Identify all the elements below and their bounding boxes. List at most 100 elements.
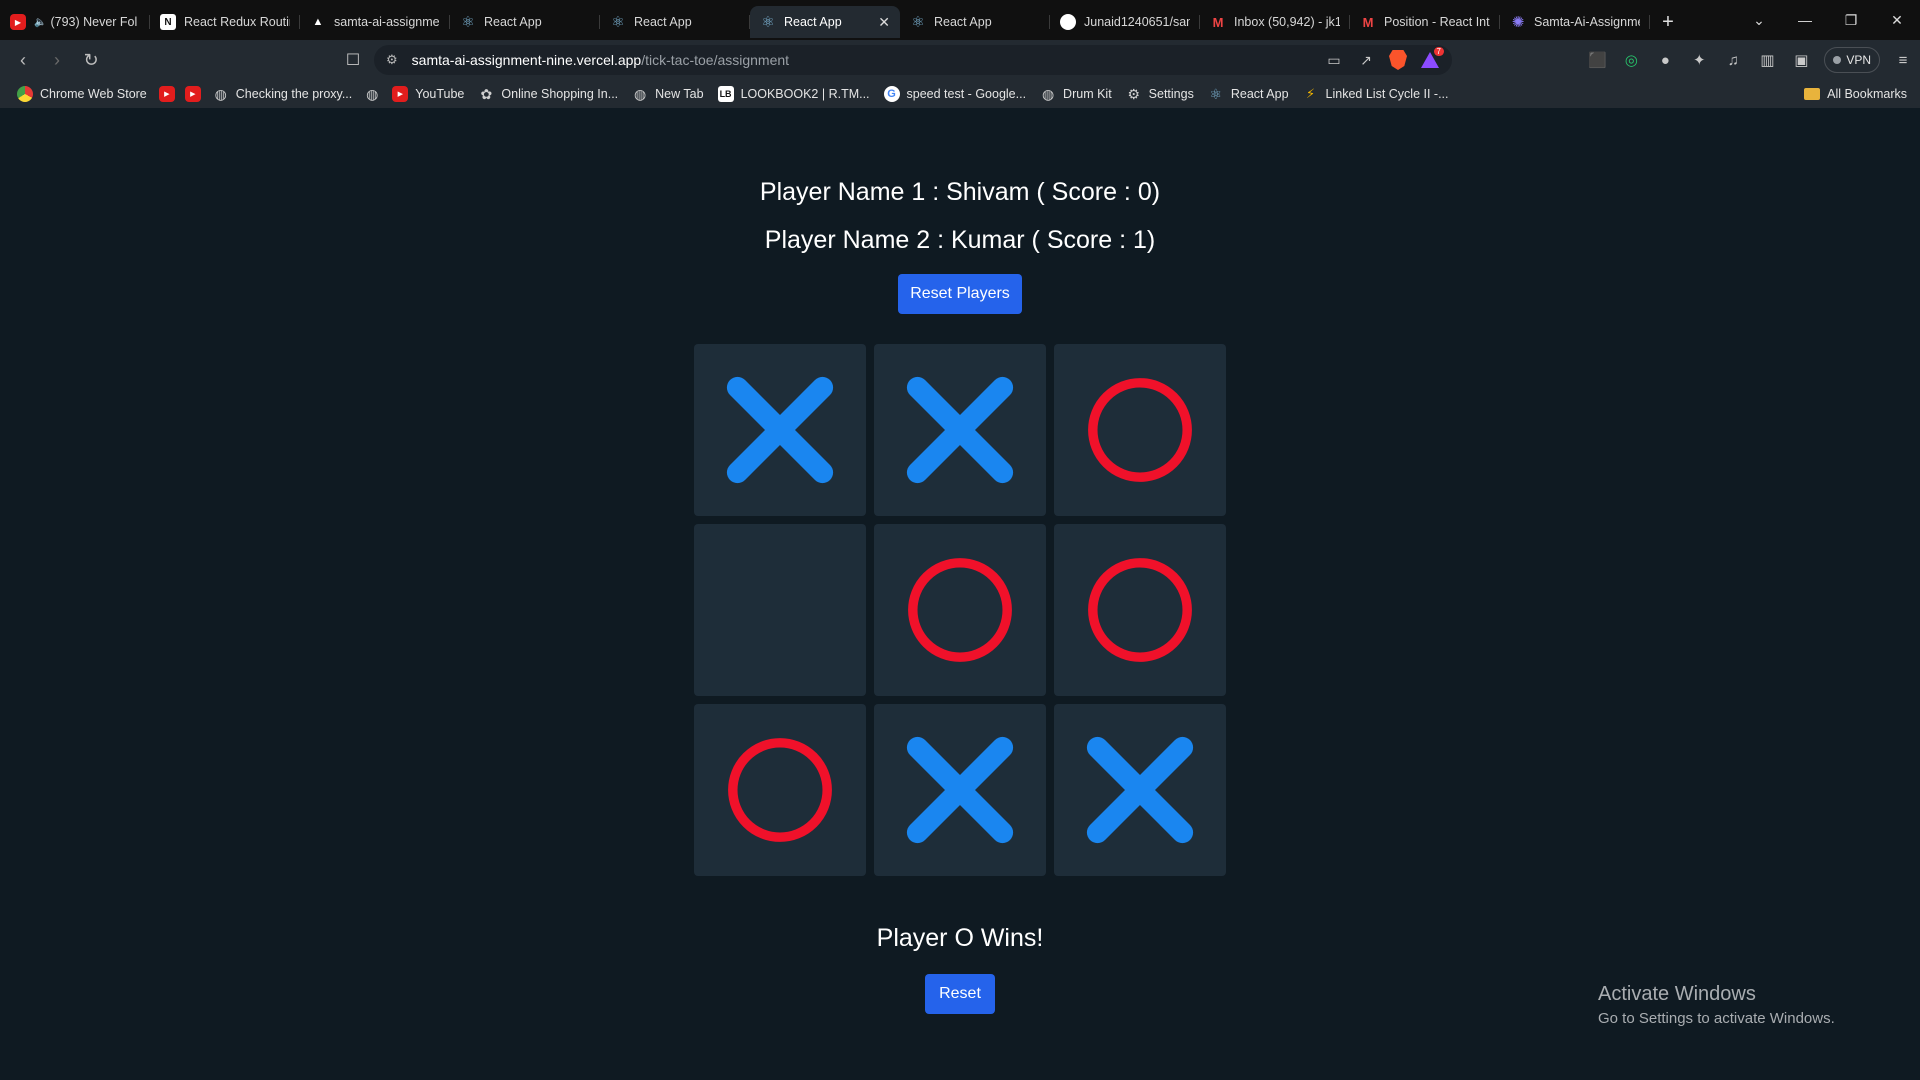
tab[interactable]: M Position - React Inte	[1350, 6, 1500, 38]
board-cell[interactable]	[874, 344, 1046, 516]
extension-blue-icon[interactable]: ⬛	[1580, 43, 1614, 77]
reset-players-button[interactable]: Reset Players	[898, 274, 1022, 314]
tab-title: React App	[634, 15, 692, 29]
site-info-icon[interactable]: ⚙	[386, 52, 398, 68]
bookmark-item[interactable]: ◍	[359, 82, 385, 106]
bookmark-label: React App	[1230, 87, 1289, 101]
media-controls-icon[interactable]: ♫	[1716, 43, 1750, 77]
bookmark-label: Checking the proxy...	[235, 87, 353, 101]
board-cell[interactable]	[1054, 524, 1226, 696]
bookmark-item[interactable]: ⚡ Linked List Cycle II -...	[1296, 82, 1456, 106]
bookmark-label: Chrome Web Store	[40, 87, 147, 101]
github-icon	[1060, 14, 1076, 30]
all-bookmarks-label: All Bookmarks	[1827, 87, 1907, 101]
bookmark-item[interactable]: ◍ Checking the proxy...	[206, 82, 360, 106]
tab[interactable]: Junaid1240651/sam	[1050, 6, 1200, 38]
board-cell[interactable]	[694, 524, 866, 696]
bookmark-item[interactable]: ▶	[154, 82, 180, 106]
windows-activation-watermark: Activate Windows Go to Settings to activ…	[1598, 983, 1835, 1027]
bookmark-item[interactable]: ✿ Online Shopping In...	[471, 82, 625, 106]
tab-title: React Redux Routin	[184, 15, 290, 29]
bookmark-item[interactable]: ◍ Drum Kit	[1033, 82, 1119, 106]
gmail-icon: M	[1362, 14, 1374, 30]
menu-icon[interactable]: ≡	[1886, 43, 1920, 77]
board-cell[interactable]	[1054, 344, 1226, 516]
board-cell[interactable]	[694, 704, 866, 876]
x-mark-icon	[906, 376, 1014, 484]
o-mark-icon	[1088, 558, 1192, 662]
page-content: Player Name 1 : Shivam ( Score : 0) Play…	[0, 108, 1920, 1075]
tab[interactable]: ⚛ React App ✕	[750, 6, 900, 38]
vpn-button[interactable]: VPN	[1824, 47, 1880, 73]
player-2-info: Player Name 2 : Kumar ( Score : 1)	[764, 226, 1156, 254]
tab[interactable]: ⚛ React App	[900, 6, 1050, 38]
tab-title: Inbox (50,942) - jk1	[1234, 15, 1340, 29]
tab-title: samta-ai-assignmen	[334, 15, 440, 29]
tab-search-icon[interactable]: ⌄	[1736, 0, 1782, 40]
back-icon[interactable]: ‹	[6, 43, 40, 77]
x-mark-icon	[906, 736, 1014, 844]
all-bookmarks-button[interactable]: All Bookmarks	[1797, 82, 1914, 106]
bookmark-item[interactable]: ⚛ React App	[1201, 82, 1296, 106]
wallet-icon[interactable]: ▣	[1784, 43, 1818, 77]
board-cell[interactable]	[1054, 704, 1226, 876]
tab[interactable]: ⚛ React App	[600, 6, 750, 38]
board-cell[interactable]	[874, 704, 1046, 876]
notion-icon: N	[160, 14, 176, 30]
lookbook-icon: LB	[717, 86, 734, 102]
tab[interactable]: ▲ samta-ai-assignmen	[300, 6, 450, 38]
sidebar-icon[interactable]: ▥	[1750, 43, 1784, 77]
tab[interactable]: M Inbox (50,942) - jk1	[1200, 6, 1350, 38]
bookmark-item[interactable]: Gspeed test - Google...	[877, 82, 1034, 106]
tab[interactable]: N React Redux Routin	[150, 6, 300, 38]
youtube-icon: ▶	[392, 86, 409, 102]
tab[interactable]: ⚛ React App	[450, 6, 600, 38]
bookmark-item[interactable]: ◍ New Tab	[625, 82, 710, 106]
extension-green-icon[interactable]: ◎	[1614, 43, 1648, 77]
vercel-icon: ▲	[312, 16, 324, 28]
window-controls: ⌄ — ❐ ✕	[1736, 0, 1920, 40]
bookmark-label: LOOKBOOK2 | R.TM...	[740, 87, 870, 101]
extensions-puzzle-icon[interactable]: ✦	[1682, 43, 1716, 77]
bookmark-item[interactable]: ▶ YouTube	[385, 82, 471, 106]
reload-icon[interactable]: ↻	[74, 43, 108, 77]
board-cell[interactable]	[874, 524, 1046, 696]
extensions-row: ⬛ ◎ ● ✦ ♫ ▥ ▣ VPN ≡	[1580, 40, 1920, 80]
rewards-badge: 7	[1433, 47, 1444, 56]
youtube-icon: ▶	[10, 14, 26, 30]
board-cell[interactable]	[694, 344, 866, 516]
tab[interactable]: ▶ 🔈 (793) Never Fol	[0, 6, 150, 38]
cast-icon[interactable]: ▭	[1318, 45, 1350, 75]
address-bar[interactable]: ⚙ samta-ai-assignment-nine.vercel.app/ti…	[374, 45, 1452, 75]
bookmark-item[interactable]: ⚙ Settings	[1119, 82, 1201, 106]
tab-title: Junaid1240651/sam	[1084, 15, 1190, 29]
forward-icon[interactable]: ›	[40, 43, 74, 77]
tab-title: React App	[934, 15, 992, 29]
gmail-icon: M	[1212, 14, 1224, 30]
chrome-web-store-icon	[17, 86, 33, 102]
bookmark-page-icon[interactable]: ☐	[336, 43, 370, 77]
minimize-icon[interactable]: —	[1782, 0, 1828, 40]
brave-rewards-icon[interactable]: 7	[1414, 45, 1446, 75]
new-tab-button[interactable]: +	[1650, 6, 1686, 38]
shopping-icon: ✿	[480, 85, 493, 102]
bookmark-label: Settings	[1148, 87, 1194, 101]
bookmark-item[interactable]: Chrome Web Store	[10, 82, 154, 106]
game-status: Player O Wins!	[876, 924, 1044, 952]
x-mark-icon	[1086, 736, 1194, 844]
bookmark-item[interactable]: LB LOOKBOOK2 | R.TM...	[711, 82, 877, 106]
bookmark-item[interactable]: ▶	[180, 82, 206, 106]
close-window-icon[interactable]: ✕	[1874, 0, 1920, 40]
share-icon[interactable]: ↗	[1350, 45, 1382, 75]
close-tab-icon[interactable]: ✕	[878, 14, 890, 31]
game-board	[694, 344, 1226, 876]
tab[interactable]: ✺ Samta-Ai-Assignme	[1500, 6, 1650, 38]
youtube-icon: ▶	[184, 86, 201, 102]
reset-game-button[interactable]: Reset	[925, 974, 995, 1014]
restore-icon[interactable]: ❐	[1828, 0, 1874, 40]
bookmark-list: Chrome Web Store ▶ ▶ ◍ Checking the proxy...…	[10, 82, 1456, 106]
audio-playing-icon[interactable]: 🔈	[34, 17, 46, 28]
globe-icon: ◍	[366, 85, 379, 102]
extension-mic-icon[interactable]: ●	[1648, 43, 1682, 77]
brave-shields-icon[interactable]	[1382, 45, 1414, 75]
